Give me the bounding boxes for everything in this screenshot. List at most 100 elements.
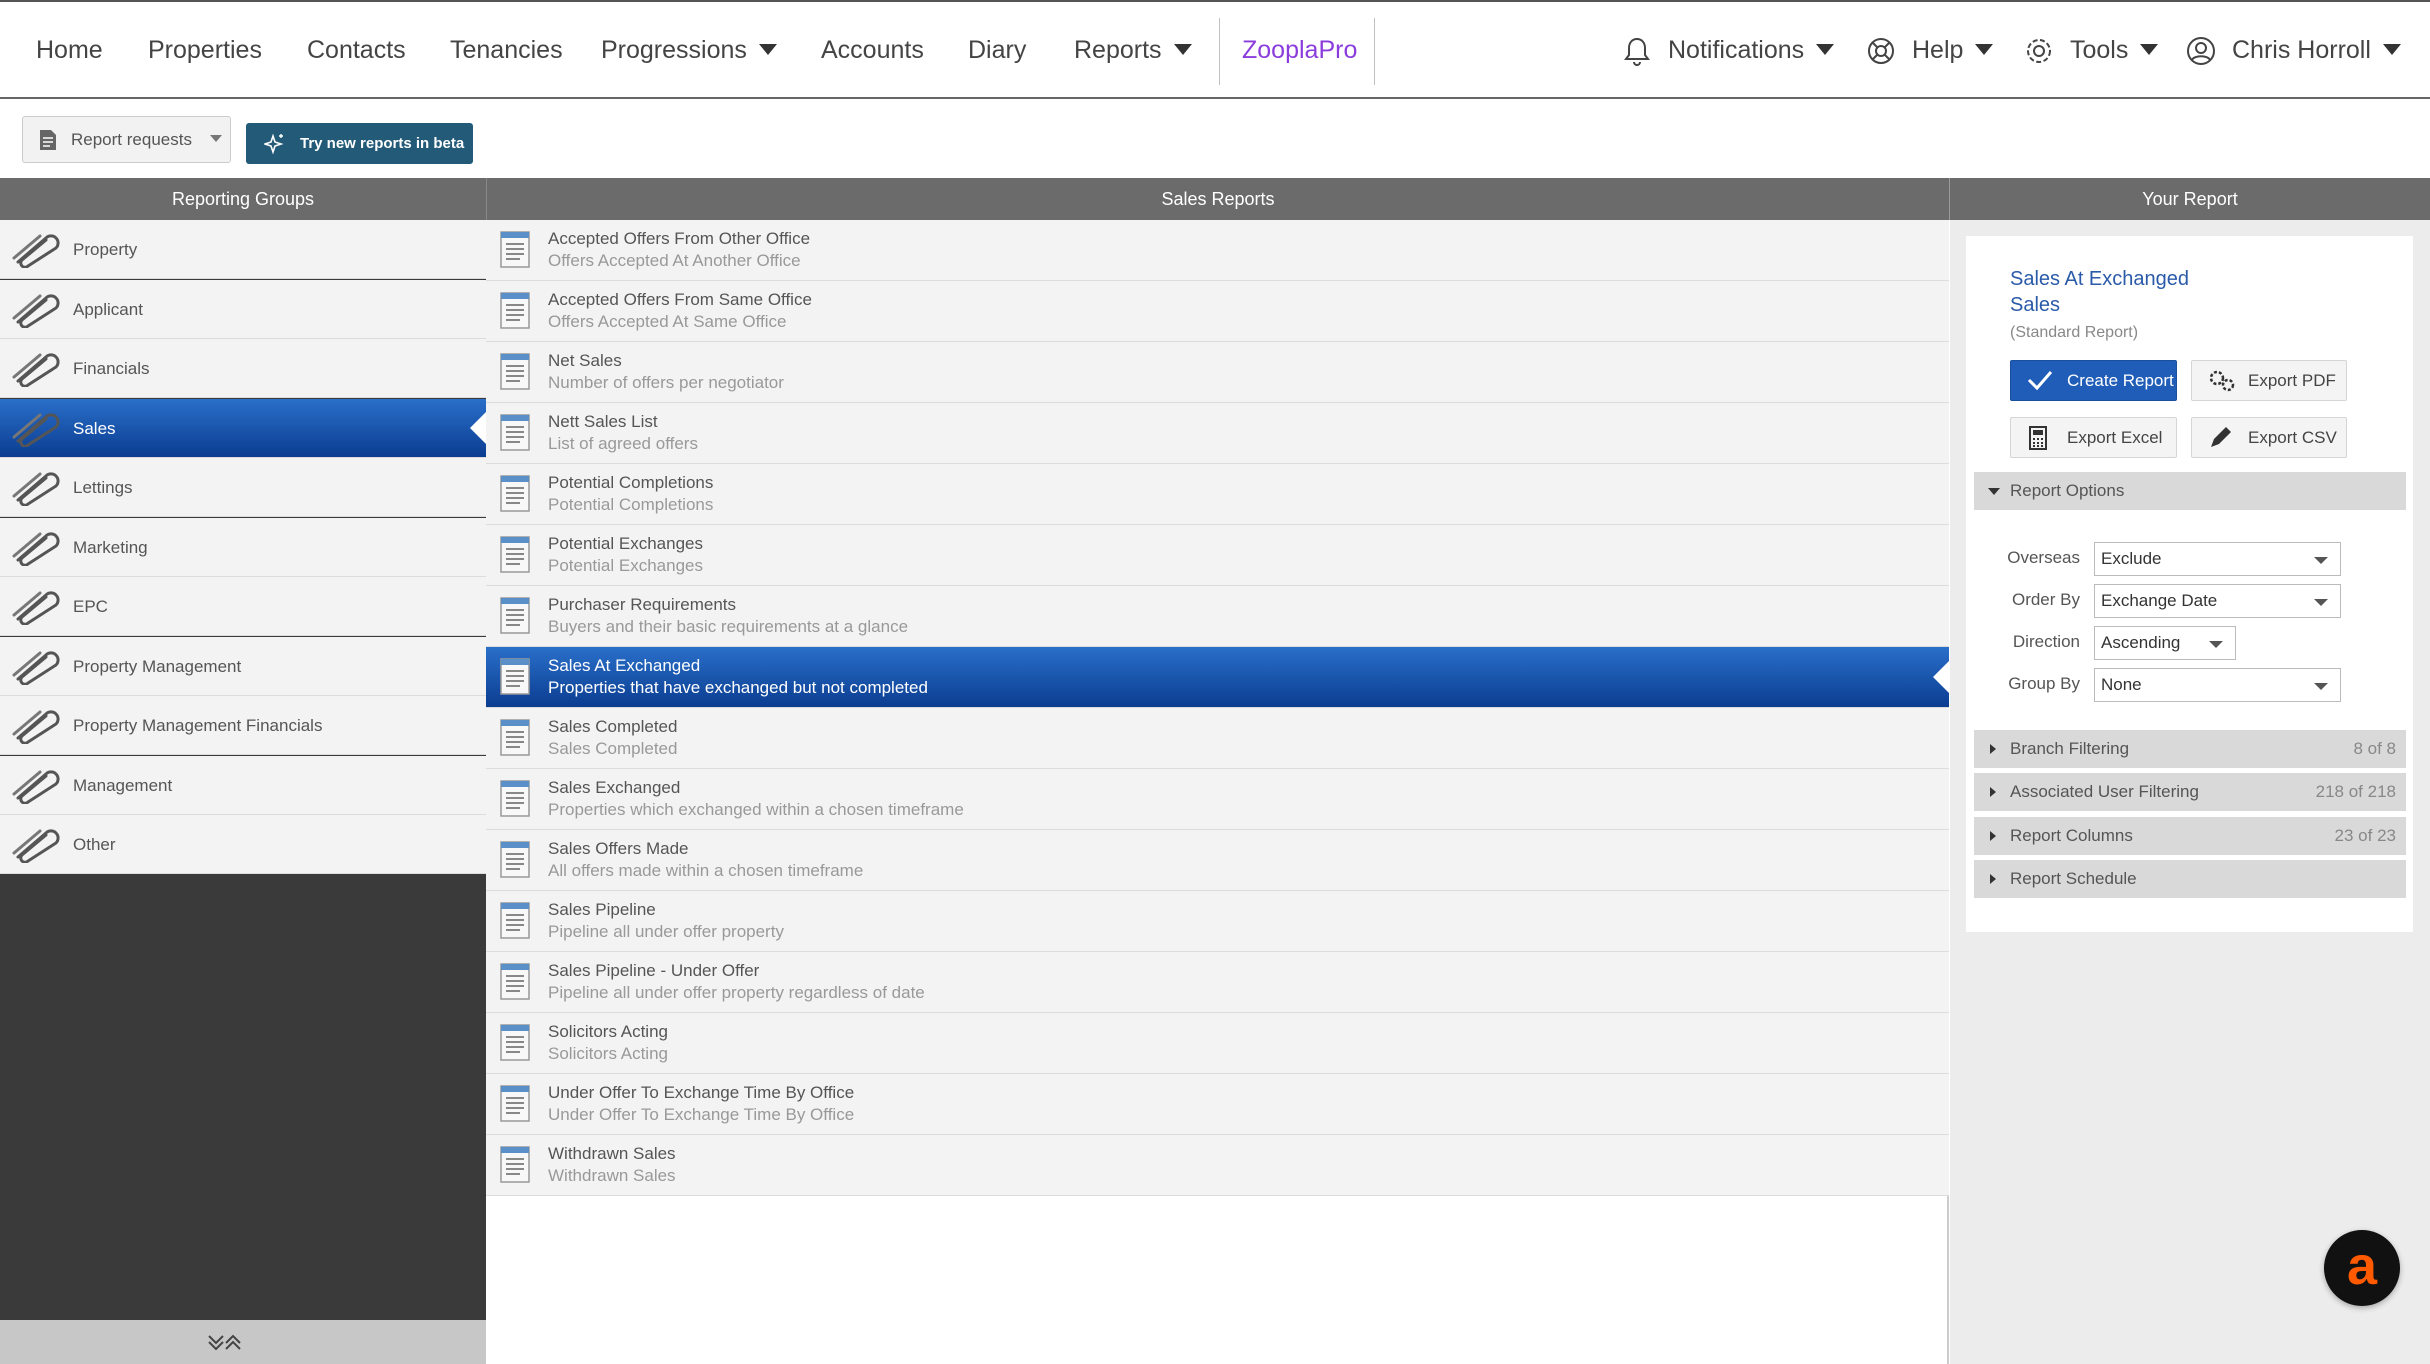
associated-user-filtering-section[interactable]: Associated User Filtering 218 of 218 [1974, 773, 2406, 811]
section-label: Associated User Filtering [2010, 782, 2199, 801]
create-report-label: Create Report [2067, 371, 2174, 390]
svg-text:a: a [2347, 1236, 2378, 1296]
group-by-value: None [2101, 675, 2142, 694]
nav-progressions[interactable]: Progressions [601, 2, 777, 99]
report-description: Properties that have exchanged but not c… [548, 678, 928, 697]
report-list-item[interactable]: Accepted Offers From Same Office Offers A… [486, 281, 1949, 342]
gears-icon [2209, 370, 2235, 392]
paperclip-icon [12, 591, 60, 625]
reporting-groups-header: Reporting Groups [0, 178, 486, 220]
report-document-icon [500, 658, 530, 695]
report-document-icon [500, 963, 530, 1000]
group-label: Marketing [73, 537, 148, 557]
group-item[interactable]: Financials [0, 339, 486, 398]
report-document-icon [500, 902, 530, 939]
group-item[interactable]: Property [0, 220, 486, 279]
group-item[interactable]: Marketing [0, 517, 486, 577]
report-document-icon [500, 780, 530, 817]
chat-widget-button[interactable]: a [2324, 1230, 2400, 1306]
report-list-item[interactable]: Potential Exchanges Potential Exchanges [486, 525, 1949, 586]
report-list-item[interactable]: Sales At Exchanged Properties that have e… [486, 647, 1949, 708]
report-title: Withdrawn Sales [548, 1144, 676, 1163]
report-list-item[interactable]: Solicitors Acting Solicitors Acting [486, 1013, 1949, 1074]
create-report-button[interactable]: Create Report [2010, 360, 2177, 401]
section-label: Report Columns [2010, 826, 2133, 845]
report-list-item[interactable]: Sales Completed Sales Completed [486, 708, 1949, 769]
report-title: Potential Exchanges [548, 534, 703, 553]
report-description: Withdrawn Sales [548, 1166, 676, 1185]
overseas-select[interactable]: Exclude [2094, 542, 2341, 576]
nav-notifications[interactable]: Notifications [1668, 2, 1835, 99]
nav-home[interactable]: Home [36, 2, 103, 99]
sparkle-icon [264, 133, 284, 155]
nav-divider [1219, 18, 1220, 85]
group-item[interactable]: Applicant [0, 279, 486, 339]
export-pdf-button[interactable]: Export PDF [2191, 360, 2347, 401]
report-list-item[interactable]: Nett Sales List List of agreed offers [486, 403, 1949, 464]
top-navigation: Home Properties Contacts Tenancies Progr… [0, 0, 2430, 99]
report-list-item[interactable]: Purchaser Requirements Buyers and their b… [486, 586, 1949, 647]
checkmark-icon [2027, 371, 2053, 391]
export-excel-button[interactable]: Export Excel [2010, 417, 2177, 458]
report-options-header[interactable]: Report Options [1974, 472, 2406, 510]
report-list-item[interactable]: Potential Completions Potential Completio… [486, 464, 1949, 525]
chevron-down-icon [1975, 43, 1994, 55]
report-list-item[interactable]: Sales Exchanged Properties which exchange… [486, 769, 1949, 830]
group-item[interactable]: Sales [0, 398, 486, 458]
user-icon [2187, 37, 2215, 65]
report-list-item[interactable]: Sales Pipeline - Under Offer Pipeline all… [486, 952, 1949, 1013]
report-description: Pipeline all under offer property [548, 922, 784, 941]
report-schedule-section[interactable]: Report Schedule [1974, 860, 2406, 898]
report-title: Net Sales [548, 351, 622, 370]
paperclip-icon [12, 293, 60, 328]
paperclip-icon [12, 650, 60, 685]
report-columns-section[interactable]: Report Columns 23 of 23 [1974, 817, 2406, 855]
paperclip-icon [12, 412, 60, 447]
paperclip-icon [12, 472, 60, 506]
report-list-item[interactable]: Sales Pipeline Pipeline all under offer p… [486, 891, 1949, 952]
report-description: Potential Completions [548, 495, 714, 514]
report-list-item[interactable]: Accepted Offers From Other Office Offers … [486, 220, 1949, 281]
report-title: Sales Pipeline - Under Offer [548, 961, 760, 980]
try-beta-reports-button[interactable]: Try new reports in beta [246, 123, 473, 164]
report-list-item[interactable]: Withdrawn Sales Withdrawn Sales [486, 1135, 1949, 1196]
branch-filtering-section[interactable]: Branch Filtering 8 of 8 [1974, 730, 2406, 768]
group-label: EPC [73, 597, 108, 616]
report-list-item[interactable]: Under Offer To Exchange Time By Office Un… [486, 1074, 1949, 1135]
group-item[interactable]: Lettings [0, 458, 486, 517]
report-requests-dropdown[interactable]: Report requests [22, 116, 231, 163]
group-item[interactable]: Other [0, 815, 486, 874]
lifebuoy-icon [1868, 38, 1894, 64]
nav-contacts[interactable]: Contacts [307, 2, 406, 99]
selected-arrow-icon [470, 411, 486, 444]
nav-accounts[interactable]: Accounts [821, 2, 924, 99]
nav-tenancies[interactable]: Tenancies [450, 2, 563, 99]
groups-footer [0, 1320, 486, 1364]
order-by-select[interactable]: Exchange Date [2094, 584, 2341, 618]
report-list-item[interactable]: Sales Offers Made All offers made within … [486, 830, 1949, 891]
nav-reports[interactable]: Reports [1074, 2, 1192, 99]
direction-label: Direction [2012, 632, 2080, 651]
try-beta-label: Try new reports in beta [300, 135, 465, 152]
nav-user-menu[interactable]: Chris Horroll [2232, 2, 2401, 99]
direction-select[interactable]: Ascending [2094, 626, 2236, 660]
group-label: Financials [73, 359, 150, 378]
group-item[interactable]: EPC [0, 577, 486, 636]
group-item[interactable]: Management [0, 755, 486, 815]
nav-help[interactable]: Help [1912, 2, 1994, 99]
nav-tools[interactable]: Tools [2070, 2, 2159, 99]
nav-diary[interactable]: Diary [968, 2, 1026, 99]
group-item[interactable]: Property Management [0, 636, 486, 696]
report-document-icon [500, 719, 530, 756]
report-document-icon [500, 536, 530, 573]
chevron-down-icon [1816, 43, 1835, 55]
report-title: Solicitors Acting [548, 1022, 668, 1041]
report-list-item[interactable]: Net Sales Number of offers per negotiator [486, 342, 1949, 403]
collapse-expand-icon[interactable] [207, 1332, 241, 1354]
report-description: Properties which exchanged within a chos… [548, 800, 964, 819]
group-item[interactable]: Property Management Financials [0, 696, 486, 755]
nav-properties[interactable]: Properties [148, 2, 262, 99]
nav-zooplapro[interactable]: ZooplaPro [1242, 2, 1357, 99]
export-csv-button[interactable]: Export CSV [2191, 417, 2347, 458]
group-by-select[interactable]: None [2094, 668, 2341, 702]
